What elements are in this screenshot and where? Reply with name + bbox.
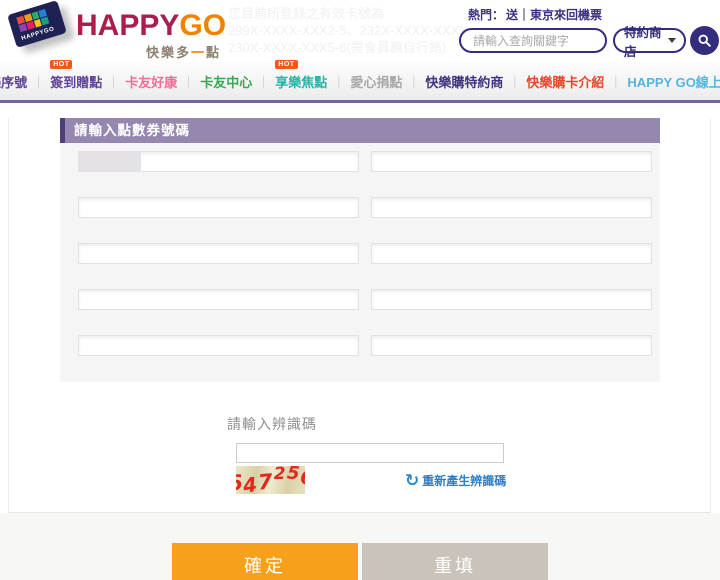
brand-logo[interactable]: HAPPYGO 快樂多一點 (76, 9, 226, 61)
tagline-post: 點 (205, 45, 221, 60)
nav-divider: ｜ (609, 74, 623, 90)
refresh-icon: ↻ (405, 471, 420, 490)
happygo-card-icon[interactable]: HAPPYGO (7, 0, 67, 48)
captcha-input[interactable] (236, 443, 504, 463)
nav-item[interactable]: HOT 簽到贈點 (50, 59, 103, 91)
nav-item-label: 戳戳樂序號 (0, 74, 28, 90)
voucher-input-1[interactable] (78, 151, 359, 172)
confirm-button[interactable]: 確定 (172, 543, 358, 580)
nav-item[interactable]: HOT 享樂焦點 (275, 59, 328, 91)
voucher-field-6 (371, 243, 652, 264)
nav-item[interactable]: 卡友中心 (200, 72, 252, 91)
brand-go: GO (179, 9, 227, 42)
voucher-input-8[interactable] (371, 289, 652, 310)
nav-item[interactable]: HAPPY GO線上通 (627, 72, 720, 91)
voucher-field-9 (78, 335, 359, 356)
captcha-digit: 7 (257, 468, 274, 494)
captcha-digit: 4 (241, 472, 259, 494)
voucher-input-7[interactable] (78, 289, 359, 310)
hot-label: 熱門： (468, 8, 505, 22)
nav-item-label: 簽到贈點 (50, 74, 103, 90)
nav-item-label: HAPPY GO線上通 (627, 74, 720, 90)
reset-button[interactable]: 重填 (362, 543, 548, 580)
site-header: 您目前所登錄之有效卡號為 299X-XXXX-XXX2-5、232X-XXXX-… (0, 0, 720, 62)
content-container: 請輸入點數券號碼 請輸入辨識碼 647256 ↻ 重新產生辨識碼 (8, 118, 711, 513)
refresh-label: 重新產生辨識碼 (422, 474, 507, 488)
voucher-field-8 (371, 289, 652, 310)
nav-item[interactable]: 戳戳樂序號 (0, 72, 27, 91)
form-actions: 確定 重填 (0, 513, 720, 580)
search-category-dropdown[interactable]: 特約商店 (613, 26, 686, 59)
nav-divider: ｜ (508, 74, 522, 90)
hot-badge: HOT (275, 59, 298, 69)
captcha-digit: 5 (285, 466, 301, 485)
captcha-section: 請輸入辨識碼 647256 ↻ 重新產生辨識碼 (227, 414, 527, 509)
voucher-input-9[interactable] (78, 335, 359, 356)
voucher-field-2 (371, 151, 652, 172)
voucher-input-10[interactable] (371, 335, 652, 356)
hot-promo-link[interactable]: 送｜東京來回機票 (506, 8, 602, 22)
search-category-label: 特約商店 (624, 25, 662, 59)
nav-divider: ｜ (107, 74, 121, 90)
nav-item-label: 享樂焦點 (275, 74, 328, 90)
captcha-label: 請輸入辨識碼 (227, 416, 317, 432)
voucher-field-3 (78, 197, 359, 218)
voucher-input-6[interactable] (371, 243, 652, 264)
nav-item-label: 卡友中心 (200, 74, 253, 90)
nav-item-label: 快樂購特約商 (425, 74, 504, 90)
voucher-field-4 (371, 197, 652, 218)
voucher-input-3[interactable] (78, 197, 359, 218)
main-nav: 戳戳樂序號｜HOT簽到贈點｜卡友好康｜卡友中心｜HOT享樂焦點｜愛心捐點｜快樂購… (0, 59, 720, 103)
search-button[interactable] (690, 26, 719, 55)
nav-divider: ｜ (32, 74, 46, 90)
brand-happy: HAPPY (76, 9, 180, 42)
brand-tagline: 快樂多一點 (76, 42, 221, 61)
nav-item[interactable]: 快樂購特約商 (425, 72, 503, 91)
voucher-grid (78, 151, 652, 356)
nav-divider: ｜ (257, 74, 271, 90)
hot-promo-line: 熱門： 送｜東京來回機票 (468, 6, 602, 23)
captcha-digit: 6 (300, 468, 305, 488)
captcha-digit: 2 (273, 466, 286, 484)
tagline-pre: 快樂多 (145, 45, 191, 60)
nav-item-label: 卡友好康 (125, 74, 178, 90)
voucher-field-10 (371, 335, 652, 356)
nav-item[interactable]: 愛心捐點 (350, 72, 402, 91)
voucher-panel: 請輸入點數券號碼 (60, 118, 660, 382)
panel-title: 請輸入點數券號碼 (60, 118, 660, 143)
magnifier-icon (697, 33, 712, 48)
chevron-down-icon (668, 38, 676, 43)
nav-item[interactable]: 快樂購卡介紹 (526, 72, 604, 91)
voucher-input-2[interactable] (371, 151, 652, 172)
voucher-field-1 (78, 151, 359, 172)
captcha-image: 647256 (236, 466, 305, 494)
voucher-field-5 (78, 243, 359, 264)
search-input[interactable] (459, 28, 607, 53)
nav-item[interactable]: 卡友好康 (125, 72, 177, 91)
voucher-field-7 (78, 289, 359, 310)
nav-divider: ｜ (407, 74, 421, 90)
voucher-input-4[interactable] (371, 197, 652, 218)
nav-divider: ｜ (182, 74, 196, 90)
voucher-input-5[interactable] (78, 243, 359, 264)
nav-divider: ｜ (332, 74, 346, 90)
tagline-accent: 一 (190, 45, 206, 60)
hot-badge: HOT (50, 59, 73, 69)
nav-item-label: 愛心捐點 (350, 74, 403, 90)
captcha-refresh-link[interactable]: ↻ 重新產生辨識碼 (405, 472, 506, 489)
brand-wordmark: HAPPYGO (76, 9, 226, 42)
nav-item-label: 快樂購卡介紹 (526, 74, 605, 90)
